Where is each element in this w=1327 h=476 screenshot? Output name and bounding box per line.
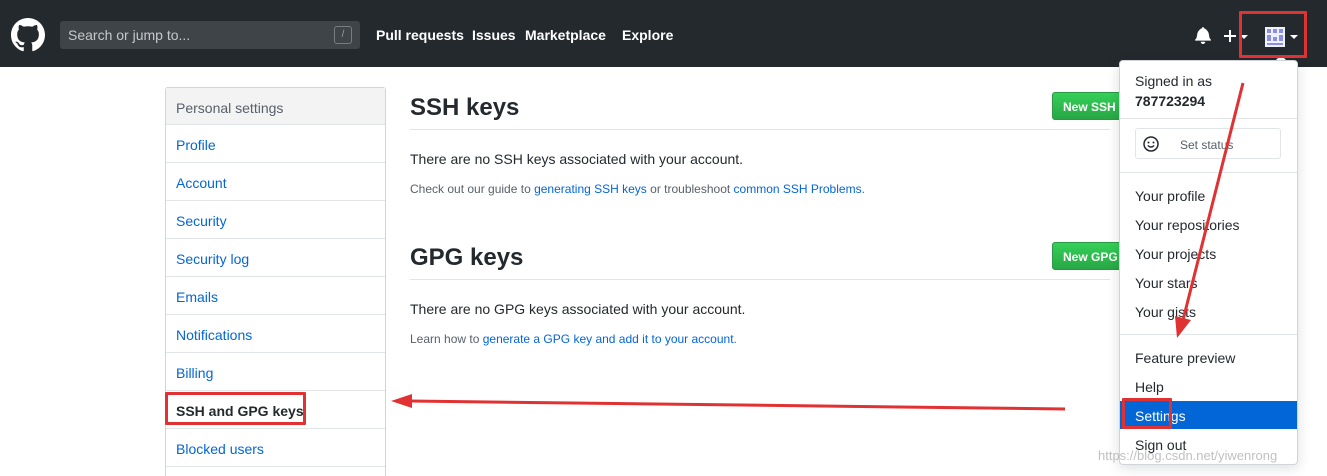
search-input[interactable] [68,27,318,43]
dropdown-divider [1120,172,1297,173]
github-logo-icon[interactable] [11,18,45,52]
plus-icon [1224,30,1236,42]
top-header: / Pull requests Issues Marketplace Explo… [0,0,1327,67]
menu-item-security[interactable]: Security [166,201,385,239]
generating-ssh-keys-link[interactable]: generating SSH keys [534,182,647,196]
gpg-help-text: Learn how to generate a GPG key and add … [410,332,737,346]
set-status-label: Set status [1180,138,1234,152]
gpg-divider [410,279,1110,280]
dropdown-divider [1120,334,1297,335]
ssh-keys-title: SSH keys [410,94,520,121]
dropdown-help[interactable]: Help [1120,374,1297,400]
slash-shortcut-hint: / [334,26,352,44]
ssh-empty-message: There are no SSH keys associated with yo… [410,151,744,167]
gpg-keys-title: GPG keys [410,244,524,271]
watermark-text: https://blog.csdn.net/yiwenrong [1098,448,1278,463]
dropdown-your-stars[interactable]: Your stars [1120,270,1297,296]
ssh-help-prefix: Check out our guide to [410,182,535,196]
settings-menu-heading: Personal settings [166,88,385,125]
gpg-empty-message: There are no GPG keys associated with yo… [410,301,746,317]
signed-in-label: Signed in as [1135,73,1213,89]
dropdown-divider [1120,118,1297,119]
avatar-callout-box [1239,11,1307,58]
menu-item-profile[interactable]: Profile [166,125,385,163]
gpg-help-prefix: Learn how to [410,332,483,346]
smiley-icon [1143,136,1159,152]
generate-gpg-key-link[interactable]: generate a GPG key and add it to your ac… [483,332,734,346]
nav-pull-requests[interactable]: Pull requests [376,27,464,43]
dropdown-your-profile[interactable]: Your profile [1120,183,1297,209]
gpg-help-suffix: . [733,332,737,346]
set-status-button[interactable]: Set status [1135,128,1281,159]
signed-in-username: 787723294 [1135,93,1206,109]
dropdown-your-repositories[interactable]: Your repositories [1120,212,1297,238]
ssh-help-text: Check out our guide to generating SSH ke… [410,182,865,196]
menu-item-blocked-users[interactable]: Blocked users [166,429,385,467]
ssh-gpg-callout-box [165,392,306,425]
nav-explore[interactable]: Explore [622,27,673,43]
dropdown-your-gists[interactable]: Your gists [1120,299,1297,325]
dropdown-feature-preview[interactable]: Feature preview [1120,345,1297,371]
nav-marketplace[interactable]: Marketplace [525,27,606,43]
ssh-help-middle: or troubleshoot [646,182,734,196]
menu-item-security-log[interactable]: Security log [166,239,385,277]
nav-issues[interactable]: Issues [472,27,516,43]
bell-icon[interactable] [1194,26,1212,44]
search-box[interactable]: / [60,21,360,49]
menu-item-billing[interactable]: Billing [166,353,385,391]
common-ssh-problems-link[interactable]: common SSH Problems [734,182,862,196]
ssh-divider [410,129,1110,130]
dropdown-your-projects[interactable]: Your projects [1120,241,1297,267]
menu-item-account[interactable]: Account [166,163,385,201]
ssh-help-suffix: . [861,182,865,196]
menu-item-emails[interactable]: Emails [166,277,385,315]
menu-item-notifications[interactable]: Notifications [166,315,385,353]
settings-callout-box [1122,398,1172,429]
arrow-to-ssh-gpg-keys [391,394,1066,411]
